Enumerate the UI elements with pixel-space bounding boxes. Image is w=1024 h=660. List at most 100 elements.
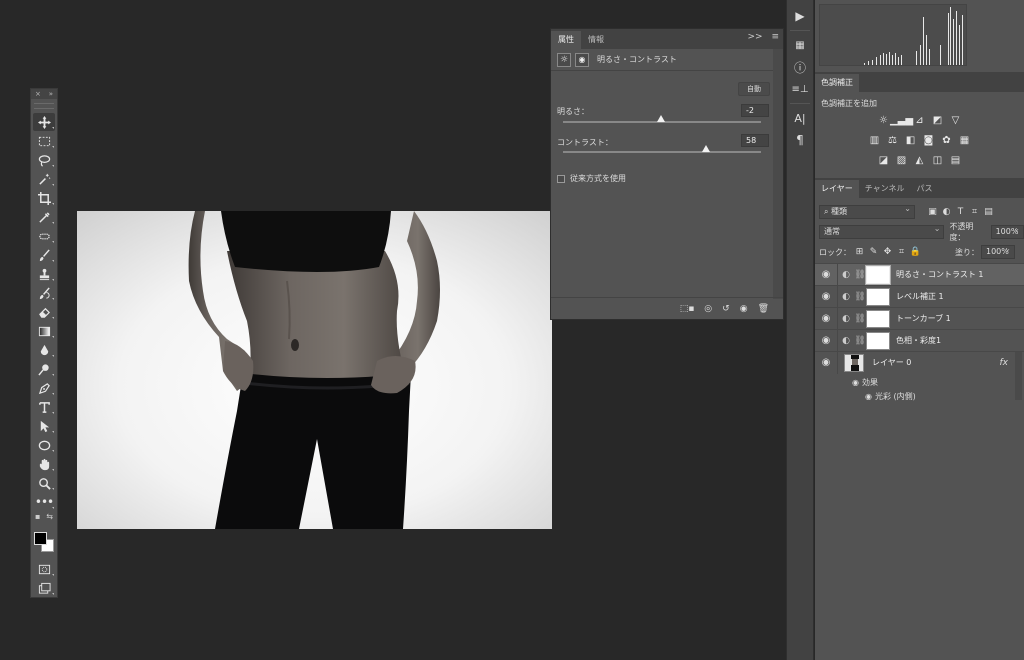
inner-glow-eye-icon[interactable]: ◉ <box>865 392 872 401</box>
layer-row[interactable]: ◉ ◐ ⛓ トーンカーブ 1 <box>815 307 1024 330</box>
dodge-tool[interactable] <box>33 360 55 378</box>
legacy-option[interactable]: 従来方式を使用 <box>557 173 626 184</box>
close-icon[interactable]: × <box>35 89 41 99</box>
blur-tool[interactable] <box>33 341 55 359</box>
black-white-icon[interactable]: ◧ <box>904 134 917 147</box>
link-icon[interactable]: ⛓ <box>854 292 866 302</box>
brightness-adjustment-icon[interactable]: ☼ <box>557 52 571 67</box>
eyedropper-tool[interactable] <box>33 208 55 226</box>
brightness-contrast-icon[interactable]: ☼ <box>877 114 890 127</box>
lock-all-icon[interactable]: 🔒 <box>910 247 921 258</box>
properties-scrollbar[interactable] <box>773 49 783 299</box>
filter-pixel-icon[interactable]: ▣ <box>927 207 938 218</box>
clone-source-icon[interactable]: ≡⊥ <box>789 79 811 99</box>
posterize-icon[interactable]: ▨ <box>895 154 908 167</box>
tab-layers[interactable]: レイヤー <box>815 180 859 198</box>
layer-mask-icon[interactable]: ◉ <box>575 52 589 67</box>
layer-mask-thumbnail[interactable] <box>865 264 891 285</box>
visibility-eye-icon[interactable]: ◉ <box>815 335 837 346</box>
layer-row[interactable]: ◉ ◐ ⛓ 明るさ・コントラスト 1 <box>815 263 1024 286</box>
collapse-icon[interactable]: » <box>49 89 53 99</box>
layer-row-base[interactable]: ◉ レイヤー 0 fx <box>815 351 1024 374</box>
exposure-icon[interactable]: ◩ <box>931 114 944 127</box>
gradient-tool[interactable] <box>33 322 55 340</box>
swap-colors-icon[interactable]: ⇆ <box>46 512 53 524</box>
history-brush-tool[interactable] <box>33 284 55 302</box>
healing-brush-tool[interactable] <box>33 227 55 245</box>
tab-channels[interactable]: チャンネル <box>859 180 911 198</box>
vibrance-icon[interactable]: ▽ <box>949 114 962 127</box>
play-icon[interactable]: ▶ <box>789 6 811 26</box>
filter-type-icon[interactable]: T <box>955 207 966 218</box>
lock-image-icon[interactable]: ✎ <box>868 247 879 258</box>
view-previous-icon[interactable]: ◎ <box>704 304 712 314</box>
pen-tool[interactable] <box>33 379 55 397</box>
levels-icon[interactable]: ▁▃▅ <box>890 114 913 127</box>
ellipse-tool[interactable] <box>33 436 55 454</box>
visibility-eye-icon[interactable]: ◉ <box>815 313 837 324</box>
effects-row[interactable]: ◉ 効果 <box>852 377 1024 388</box>
foreground-color-swatch[interactable] <box>34 532 47 545</box>
color-balance-icon[interactable]: ⚖ <box>886 134 899 147</box>
paragraph-icon[interactable]: ¶ <box>789 130 811 150</box>
brush-tool[interactable] <box>33 246 55 264</box>
contrast-slider[interactable] <box>563 145 761 153</box>
curves-icon[interactable]: ⊿ <box>913 114 926 127</box>
clip-to-layer-icon[interactable]: ⬚▪ <box>680 304 695 314</box>
default-colors-icon[interactable]: ▪ <box>35 512 40 524</box>
visibility-eye-icon[interactable]: ◉ <box>815 291 837 302</box>
more-tools-button[interactable]: ••• <box>33 493 55 511</box>
navigator-icon[interactable]: ▦ <box>789 35 811 55</box>
auto-button[interactable]: 自動 <box>738 82 770 96</box>
channel-mixer-icon[interactable]: ✿ <box>940 134 953 147</box>
lasso-tool[interactable] <box>33 151 55 169</box>
quick-mask-button[interactable] <box>33 560 55 578</box>
reset-icon[interactable]: ↺ <box>722 304 730 314</box>
layer-mask-thumbnail[interactable] <box>866 287 890 306</box>
layer-row[interactable]: ◉ ◐ ⛓ レベル補正 1 <box>815 285 1024 308</box>
panel-grip[interactable] <box>34 103 54 109</box>
path-selection-tool[interactable] <box>33 417 55 435</box>
lock-position-icon[interactable]: ✥ <box>882 247 893 258</box>
expand-icon[interactable]: >> <box>747 32 762 42</box>
link-icon[interactable]: ⛓ <box>854 270 866 280</box>
visibility-eye-icon[interactable]: ◉ <box>815 269 837 280</box>
filter-shape-icon[interactable]: ⌗ <box>969 207 980 218</box>
layer-row[interactable]: ◉ ◐ ⛓ 色相・彩度1 <box>815 329 1024 352</box>
marquee-tool[interactable] <box>33 132 55 150</box>
type-tool[interactable] <box>33 398 55 416</box>
hand-tool[interactable] <box>33 455 55 473</box>
tab-paths[interactable]: パス <box>911 180 939 198</box>
menu-icon[interactable]: ≡ <box>771 32 779 42</box>
lock-artboard-icon[interactable]: ⌗ <box>896 247 907 258</box>
tab-properties[interactable]: 属性 <box>551 31 581 49</box>
invert-icon[interactable]: ◪ <box>877 154 890 167</box>
clone-stamp-tool[interactable] <box>33 265 55 283</box>
brightness-value-field[interactable]: -2 <box>741 104 769 117</box>
trash-icon[interactable]: 🗑 <box>758 304 769 314</box>
magic-wand-tool[interactable] <box>33 170 55 188</box>
brightness-slider-thumb[interactable] <box>656 115 665 122</box>
tab-adjustments[interactable]: 色調補正 <box>815 74 859 92</box>
layer-mask-thumbnail[interactable] <box>866 331 890 350</box>
effects-eye-icon[interactable]: ◉ <box>852 378 859 387</box>
contrast-slider-thumb[interactable] <box>701 145 710 152</box>
info-icon[interactable]: ⓘ <box>789 57 811 77</box>
layer-thumbnail[interactable] <box>844 353 864 372</box>
threshold-icon[interactable]: ◭ <box>913 154 926 167</box>
visibility-icon[interactable]: ◉ <box>740 304 748 314</box>
layer-mask-thumbnail[interactable] <box>866 309 890 328</box>
eraser-tool[interactable] <box>33 303 55 321</box>
legacy-checkbox[interactable] <box>557 174 565 183</box>
move-tool[interactable] <box>33 113 55 131</box>
photo-filter-icon[interactable]: ◙ <box>922 134 935 147</box>
contrast-value-field[interactable]: 58 <box>741 134 769 147</box>
blend-mode-dropdown[interactable]: 通常 <box>819 223 945 239</box>
document-canvas[interactable] <box>77 211 552 529</box>
fx-badge[interactable]: fx <box>1000 358 1009 368</box>
layers-scrollbar[interactable] <box>1015 352 1022 400</box>
zoom-tool[interactable] <box>33 474 55 492</box>
character-icon[interactable]: A| <box>789 108 811 128</box>
inner-glow-row[interactable]: ◉ 光彩 (内側) <box>865 391 1024 402</box>
opacity-field[interactable]: 100% <box>990 223 1024 239</box>
